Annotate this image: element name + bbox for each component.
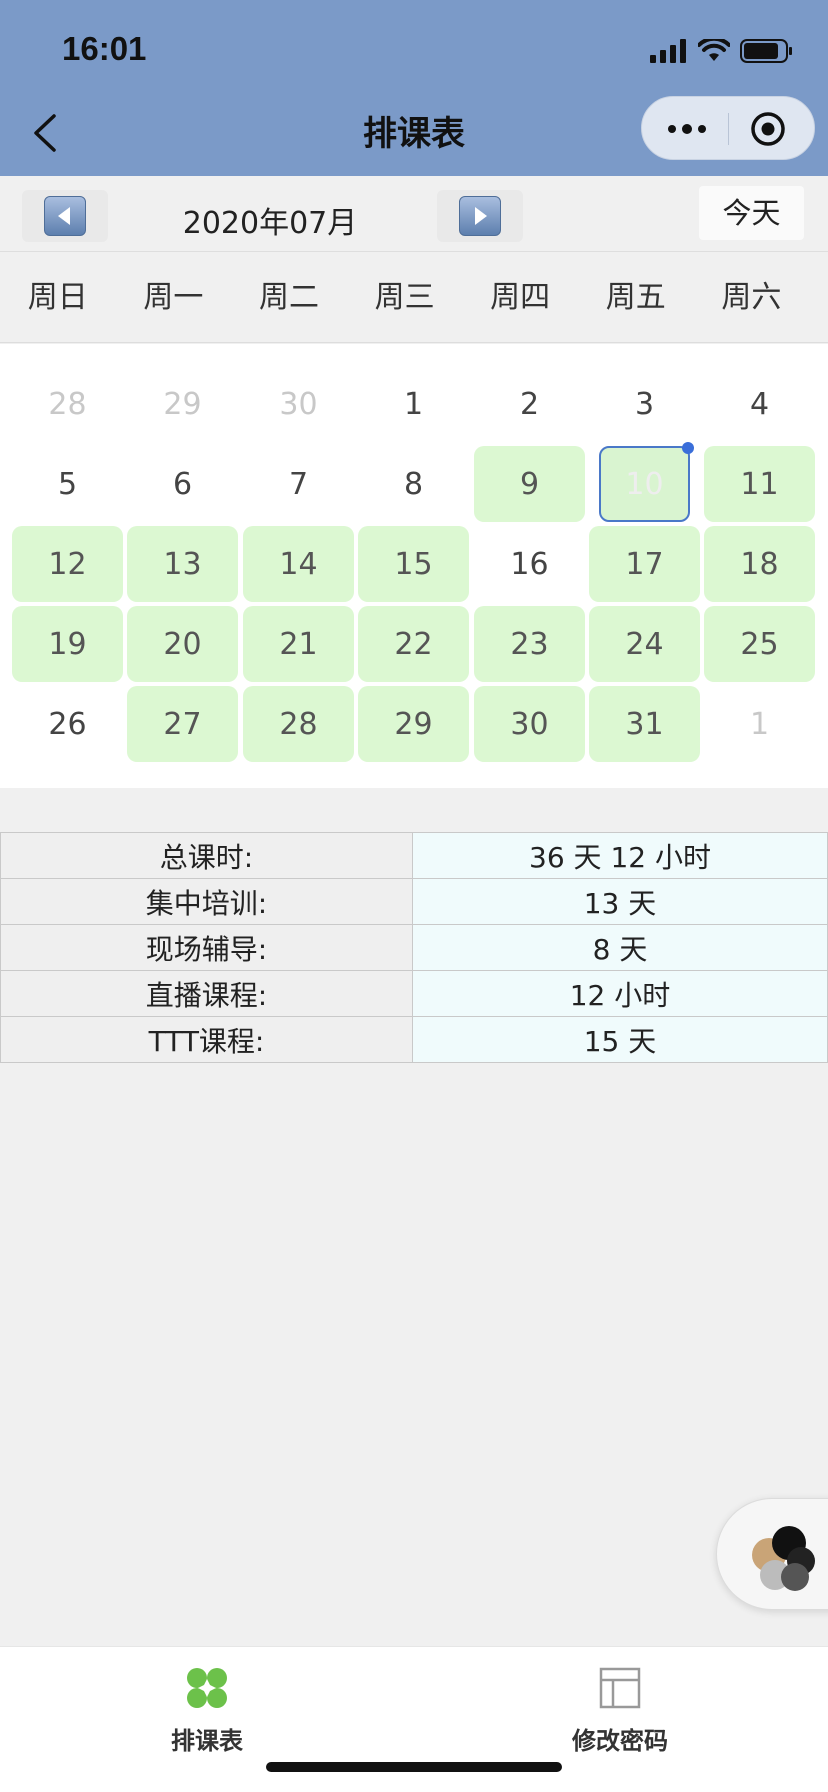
table-row: 直播课程: 12 小时	[0, 970, 828, 1017]
weekday-header: 周日 周一 周二 周三 周四 周五 周六	[0, 253, 828, 343]
top-header: 16:01 排课表	[0, 0, 828, 176]
calendar-day[interactable]: 1	[358, 366, 469, 442]
target-close-icon	[751, 112, 785, 146]
calendar-day[interactable]: 28	[12, 366, 123, 442]
weekday-label: 周二	[258, 280, 319, 315]
summary-value: 8 天	[412, 924, 828, 971]
calendar-day[interactable]: 9	[474, 446, 585, 522]
table-row: 总课时: 36 天 12 小时	[0, 832, 828, 879]
calendar-day[interactable]: 28	[243, 686, 354, 762]
summary-label: 直播课程:	[0, 970, 413, 1017]
miniprogram-capsule	[641, 96, 815, 160]
calendar-day[interactable]: 1	[704, 686, 815, 762]
current-month: 2020年07月	[182, 206, 358, 241]
prev-arrow-frame	[44, 196, 86, 236]
signal-icon	[650, 39, 686, 63]
calendar-day[interactable]: 13	[127, 526, 238, 602]
calendar-day[interactable]: 24	[589, 606, 700, 682]
battery-icon	[740, 39, 792, 63]
calendar-day[interactable]: 6	[127, 446, 238, 522]
home-indicator	[266, 1762, 562, 1772]
calendar-day[interactable]: 19	[12, 606, 123, 682]
summary-value: 36 天 12 小时	[412, 832, 828, 879]
summary-label: 集中培训:	[0, 878, 413, 925]
calendar-day[interactable]: 20	[127, 606, 238, 682]
floating-assistant-button[interactable]	[716, 1498, 828, 1610]
tab-schedule[interactable]: 排课表	[107, 1665, 307, 1756]
weekday-label: 周四	[490, 280, 551, 315]
calendar-day[interactable]: 29	[358, 686, 469, 762]
summary-value: 15 天	[412, 1016, 828, 1063]
schedule-tab-icon	[187, 1668, 227, 1708]
calendar-day[interactable]: 4	[704, 366, 815, 442]
calendar-day[interactable]: 29	[127, 366, 238, 442]
weekday-label: 周五	[605, 280, 666, 315]
selected-dot-icon	[682, 442, 694, 454]
wifi-icon	[698, 39, 730, 61]
calendar-day[interactable]: 17	[589, 526, 700, 602]
more-button[interactable]	[662, 111, 712, 147]
calendar-day[interactable]: 16	[474, 526, 585, 602]
calendar-day[interactable]: 15	[358, 526, 469, 602]
calendar-day[interactable]: 31	[589, 686, 700, 762]
month-toolbar: 2020年07月 今天	[0, 176, 828, 252]
calendar-day[interactable]: 7	[243, 446, 354, 522]
table-row: 集中培训: 13 天	[0, 878, 828, 925]
calendar-day[interactable]: 23	[474, 606, 585, 682]
status-icons	[650, 36, 794, 66]
triangle-left-icon	[58, 207, 70, 225]
calendar-day[interactable]: 3	[589, 366, 700, 442]
summary-label: 总课时:	[0, 832, 413, 879]
calendar-day[interactable]: 5	[12, 446, 123, 522]
calendar-grid: 28 29 30 1 2 3 4 5 6 7 8 9 10 11 12 13 14 15 16 17 18 19 20 21 2…	[0, 344, 828, 788]
calendar-day[interactable]: 30	[474, 686, 585, 762]
tab-change-password[interactable]: 修改密码	[520, 1665, 720, 1756]
prev-month-button[interactable]	[22, 190, 108, 242]
calendar-day[interactable]: 8	[358, 446, 469, 522]
next-month-button[interactable]	[437, 190, 523, 242]
calendar-day[interactable]: 22	[358, 606, 469, 682]
calendar-day[interactable]: 27	[127, 686, 238, 762]
layout-tab-icon	[599, 1667, 641, 1709]
weekday-label: 周六	[721, 280, 782, 315]
today-button[interactable]: 今天	[699, 186, 804, 240]
summary-label: 现场辅导:	[0, 924, 413, 971]
status-time: 16:01	[62, 30, 147, 67]
next-arrow-frame	[459, 196, 501, 236]
course-summary-table: 总课时: 36 天 12 小时 集中培训: 13 天 现场辅导: 8 天 直播课…	[0, 832, 828, 1063]
tab-label: 修改密码	[572, 1727, 668, 1755]
flower-logo-icon	[752, 1526, 815, 1591]
calendar-day[interactable]: 10	[599, 442, 694, 522]
calendar-day[interactable]: 11	[704, 446, 815, 522]
calendar-day[interactable]: 30	[243, 366, 354, 442]
weekday-label: 周一	[143, 280, 204, 315]
more-dots-icon	[668, 124, 706, 134]
capsule-divider	[728, 113, 729, 145]
summary-value: 12 小时	[412, 970, 828, 1017]
table-row: TTT课程: 15 天	[0, 1016, 828, 1063]
close-miniprogram-button[interactable]	[748, 109, 788, 149]
triangle-right-icon	[475, 207, 487, 225]
calendar-day[interactable]: 21	[243, 606, 354, 682]
weekday-label: 周日	[27, 280, 88, 315]
summary-label: TTT课程:	[0, 1016, 413, 1063]
weekday-label: 周三	[374, 280, 435, 315]
calendar-day[interactable]: 12	[12, 526, 123, 602]
calendar-day[interactable]: 25	[704, 606, 815, 682]
calendar-day[interactable]: 2	[474, 366, 585, 442]
table-row: 现场辅导: 8 天	[0, 924, 828, 971]
tab-label: 排课表	[171, 1727, 243, 1755]
calendar-day[interactable]: 14	[243, 526, 354, 602]
calendar-day[interactable]: 26	[12, 686, 123, 762]
calendar-day[interactable]: 18	[704, 526, 815, 602]
summary-value: 13 天	[412, 878, 828, 925]
